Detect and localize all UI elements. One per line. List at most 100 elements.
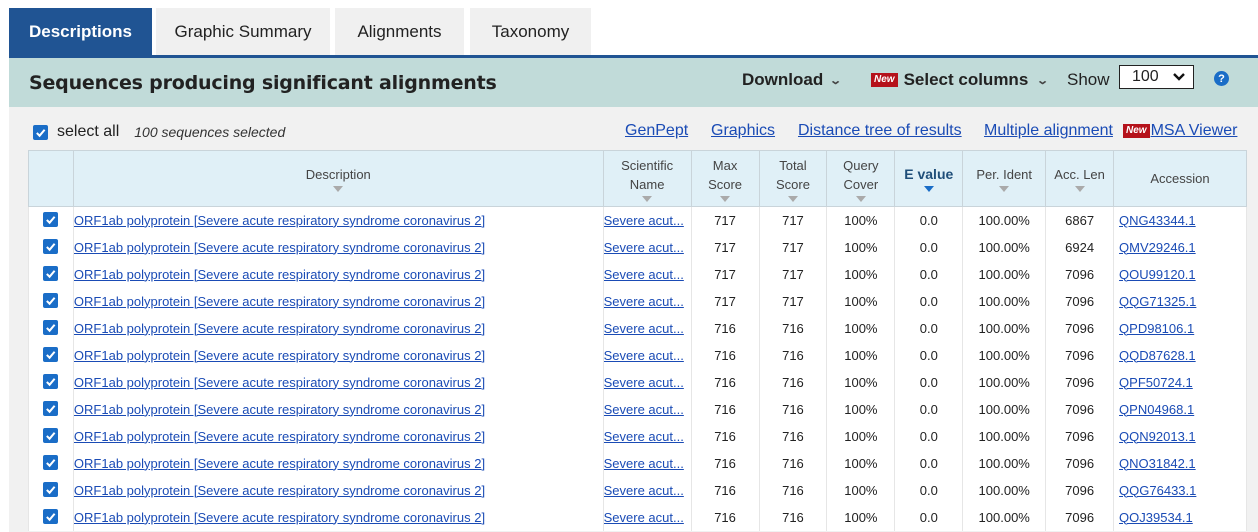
accession-cell: QPD98106.1 — [1113, 314, 1247, 342]
total-score-cell: 717 — [758, 206, 828, 234]
header-e-value[interactable]: E value — [894, 150, 964, 207]
accession-link[interactable]: QOU99120.1 — [1119, 267, 1196, 282]
description-link[interactable]: ORF1ab polyprotein [Severe acute respira… — [74, 321, 485, 336]
scientific-name-cell: Severe acut... — [602, 341, 692, 369]
query-cover-cell: 100% — [826, 341, 896, 369]
help-icon[interactable]: ? — [1214, 71, 1229, 86]
tab-taxonomy[interactable]: Taxonomy — [470, 8, 591, 55]
description-link[interactable]: ORF1ab polyprotein [Severe acute respira… — [74, 240, 485, 255]
accession-link[interactable]: QQG71325.1 — [1119, 294, 1196, 309]
header-max-score[interactable]: Max Score — [690, 150, 760, 207]
description-link[interactable]: ORF1ab polyprotein [Severe acute respira… — [74, 483, 485, 498]
download-menu[interactable]: Download ⌄ — [742, 70, 842, 90]
header-per-ident[interactable]: Per. Ident — [962, 150, 1047, 207]
checkmark-icon — [46, 270, 56, 279]
accession-link[interactable]: QPF50724.1 — [1119, 375, 1193, 390]
scientific-name-link[interactable]: Severe acut... — [604, 321, 684, 336]
row-checkbox[interactable] — [43, 401, 59, 416]
scientific-name-link[interactable]: Severe acut... — [604, 483, 684, 498]
select-columns-menu[interactable]: New Select columns ⌄ — [871, 70, 1049, 90]
max-score-cell: 717 — [690, 260, 760, 288]
header-scientific-name[interactable]: Scientific Name — [602, 150, 692, 207]
row-checkbox[interactable] — [43, 212, 59, 228]
header-select-column — [28, 150, 74, 207]
checkmark-icon — [46, 243, 56, 252]
distance-tree-link[interactable]: Distance tree of results — [798, 122, 962, 140]
row-checkbox[interactable] — [43, 293, 59, 308]
query-cover-cell: 100% — [826, 314, 896, 342]
query-cover-cell: 100% — [826, 233, 896, 261]
description-cell: ORF1ab polyprotein [Severe acute respira… — [72, 449, 604, 477]
accession-cell: QQG71325.1 — [1113, 287, 1247, 315]
genpept-link[interactable]: GenPept — [625, 122, 688, 140]
header-description[interactable]: Description — [72, 150, 604, 207]
download-label: Download — [742, 70, 824, 89]
multiple-alignment-link[interactable]: Multiple alignment — [984, 122, 1113, 140]
accession-link[interactable]: QPN04968.1 — [1119, 402, 1194, 417]
description-link[interactable]: ORF1ab polyprotein [Severe acute respira… — [74, 402, 485, 417]
table-row: ORF1ab polyprotein [Severe acute respira… — [28, 314, 1247, 342]
header-accession: Accession — [1113, 150, 1247, 207]
row-checkbox[interactable] — [43, 428, 59, 443]
scientific-name-link[interactable]: Severe acut... — [604, 429, 684, 444]
row-checkbox[interactable] — [43, 455, 59, 470]
acc-len-cell: 7096 — [1045, 341, 1115, 369]
checkmark-icon — [46, 351, 56, 360]
checkmark-icon — [46, 459, 56, 468]
description-cell: ORF1ab polyprotein [Severe acute respira… — [72, 260, 604, 288]
show-count-select[interactable]: 100 — [1119, 65, 1194, 89]
description-link[interactable]: ORF1ab polyprotein [Severe acute respira… — [74, 375, 485, 390]
scientific-name-cell: Severe acut... — [602, 206, 692, 234]
accession-link[interactable]: QPD98106.1 — [1119, 321, 1194, 336]
accession-link[interactable]: QQN92013.1 — [1119, 429, 1196, 444]
select-all-label: select all — [57, 123, 120, 140]
description-link[interactable]: ORF1ab polyprotein [Severe acute respira… — [74, 267, 485, 282]
row-checkbox[interactable] — [43, 509, 59, 524]
row-checkbox[interactable] — [43, 347, 59, 362]
select-all-checkbox[interactable] — [33, 124, 48, 140]
scientific-name-link[interactable]: Severe acut... — [604, 456, 684, 471]
scientific-name-link[interactable]: Severe acut... — [604, 240, 684, 255]
tab-descriptions[interactable]: Descriptions — [9, 8, 152, 55]
row-checkbox[interactable] — [43, 239, 59, 254]
row-checkbox[interactable] — [43, 482, 59, 497]
total-score-cell: 717 — [758, 233, 828, 261]
scientific-name-link[interactable]: Severe acut... — [604, 213, 684, 228]
tab-alignments[interactable]: Alignments — [335, 8, 464, 55]
accession-link[interactable]: QNG43344.1 — [1119, 213, 1196, 228]
checkmark-icon — [46, 378, 56, 387]
accession-link[interactable]: QQG76433.1 — [1119, 483, 1196, 498]
row-checkbox[interactable] — [43, 374, 59, 389]
query-cover-cell: 100% — [826, 476, 896, 504]
scientific-name-link[interactable]: Severe acut... — [604, 348, 684, 363]
row-checkbox[interactable] — [43, 266, 59, 281]
row-select-cell — [28, 233, 74, 261]
accession-link[interactable]: QNO31842.1 — [1119, 456, 1196, 471]
description-link[interactable]: ORF1ab polyprotein [Severe acute respira… — [74, 429, 485, 444]
accession-link[interactable]: QMV29246.1 — [1119, 240, 1196, 255]
description-link[interactable]: ORF1ab polyprotein [Severe acute respira… — [74, 510, 485, 525]
scientific-name-link[interactable]: Severe acut... — [604, 267, 684, 282]
header-total-score[interactable]: Total Score — [758, 150, 828, 207]
acc-len-cell: 6867 — [1045, 206, 1115, 234]
msa-viewer-label: MSA Viewer — [1150, 122, 1238, 139]
acc-len-cell: 7096 — [1045, 503, 1115, 531]
header-query-cover[interactable]: Query Cover — [826, 150, 896, 207]
description-link[interactable]: ORF1ab polyprotein [Severe acute respira… — [74, 456, 485, 471]
header-acc-len[interactable]: Acc. Len — [1045, 150, 1115, 207]
tab-graphic-summary[interactable]: Graphic Summary — [156, 8, 330, 55]
e-value-cell: 0.0 — [894, 314, 964, 342]
accession-link[interactable]: QQD87628.1 — [1119, 348, 1196, 363]
description-link[interactable]: ORF1ab polyprotein [Severe acute respira… — [74, 213, 485, 228]
graphics-link[interactable]: Graphics — [711, 122, 775, 140]
accession-link[interactable]: QOJ39534.1 — [1119, 510, 1193, 525]
sort-arrow-icon — [720, 195, 731, 202]
scientific-name-link[interactable]: Severe acut... — [604, 402, 684, 417]
description-link[interactable]: ORF1ab polyprotein [Severe acute respira… — [74, 294, 485, 309]
scientific-name-link[interactable]: Severe acut... — [604, 510, 684, 525]
msa-viewer-link[interactable]: New MSA Viewer — [1123, 122, 1237, 140]
scientific-name-link[interactable]: Severe acut... — [604, 375, 684, 390]
description-link[interactable]: ORF1ab polyprotein [Severe acute respira… — [74, 348, 485, 363]
scientific-name-link[interactable]: Severe acut... — [604, 294, 684, 309]
row-checkbox[interactable] — [43, 320, 59, 335]
